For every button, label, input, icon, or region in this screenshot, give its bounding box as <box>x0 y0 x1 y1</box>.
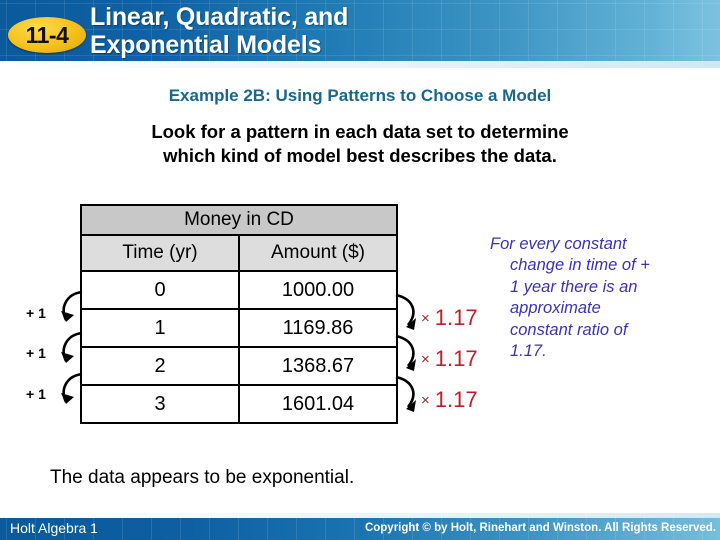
explanation-line-5: constant ratio of <box>510 320 628 339</box>
cell-amount-0: 1000.00 <box>238 270 398 310</box>
explanation-line-1: For every constant <box>490 235 627 253</box>
explanation-line-6: 1.17. <box>510 342 547 361</box>
footer-copyright: Copyright © by Holt, Rinehart and Winsto… <box>364 522 716 534</box>
footer-bar: Holt Algebra 1 Copyright © by Holt, Rine… <box>0 513 720 540</box>
column-header-amount: Amount ($) <box>238 234 398 272</box>
instruction-line-2: which kind of model best describes the d… <box>163 145 557 167</box>
lesson-number-label: 11-4 <box>25 21 69 48</box>
footer-book-title: Holt Algebra 1 <box>10 520 98 536</box>
page-title: Linear, Quadratic, and Exponential Model… <box>90 3 348 59</box>
table-title-cell: Money in CD <box>80 204 398 236</box>
delta-arrow-icon-3 <box>61 372 83 404</box>
cell-time-3: 3 <box>80 384 240 424</box>
ratio-annotation-1: × 1.17 <box>421 307 478 329</box>
delta-label-2: + 1 <box>26 345 46 361</box>
multiply-icon-1: × <box>421 309 430 327</box>
banner-bottom-divider <box>0 61 720 68</box>
ratio-value-3: 1.17 <box>434 387 478 412</box>
page-title-line-1: Linear, Quadratic, and <box>90 3 349 31</box>
table-header-row: Time (yr) Amount ($) <box>80 234 398 272</box>
cell-time-2: 2 <box>80 346 240 386</box>
cell-amount-2: 1368.67 <box>238 346 398 386</box>
explanation-line-4: approximate <box>510 299 601 318</box>
instruction-line-1: Look for a pattern in each data set to d… <box>151 121 569 142</box>
header-banner: 11-4 Linear, Quadratic, and Exponential … <box>0 0 720 68</box>
conclusion-text: The data appears to be exponential. <box>50 467 355 488</box>
cell-amount-1: 1169.86 <box>238 308 398 348</box>
table-row: 3 1601.04 <box>80 384 398 424</box>
table-title-row: Money in CD <box>80 204 398 236</box>
explanation-text: For every constant change in time of + 1… <box>490 234 720 363</box>
explanation-line-3: 1 year there is an <box>510 277 638 296</box>
multiply-icon-3: × <box>421 391 430 409</box>
money-in-cd-table: Money in CD Time (yr) Amount ($) 0 1000.… <box>80 204 398 424</box>
table-row: 2 1368.67 <box>80 346 398 386</box>
explanation-line-2: change in time of + <box>510 256 650 275</box>
ratio-value-1: 1.17 <box>434 305 478 330</box>
column-header-time: Time (yr) <box>80 234 240 272</box>
ratio-annotation-3: × 1.17 <box>421 389 478 411</box>
cell-time-0: 0 <box>80 270 240 310</box>
page-title-line-2: Exponential Models <box>90 31 322 59</box>
delta-label-1: + 1 <box>26 305 46 321</box>
delta-label-3: + 1 <box>26 386 46 402</box>
cell-time-1: 1 <box>80 308 240 348</box>
ratio-annotation-2: × 1.17 <box>421 348 478 370</box>
example-heading: Example 2B: Using Patterns to Choose a M… <box>168 86 552 105</box>
example-instruction: Look for a pattern in each data set to d… <box>0 120 720 169</box>
cell-amount-3: 1601.04 <box>238 384 398 424</box>
table-row: 1 1169.86 <box>80 308 398 348</box>
table-row: 0 1000.00 <box>80 270 398 310</box>
multiply-icon-2: × <box>421 350 430 368</box>
lesson-number-badge: 11-4 <box>8 17 86 53</box>
ratio-value-2: 1.17 <box>434 346 478 371</box>
